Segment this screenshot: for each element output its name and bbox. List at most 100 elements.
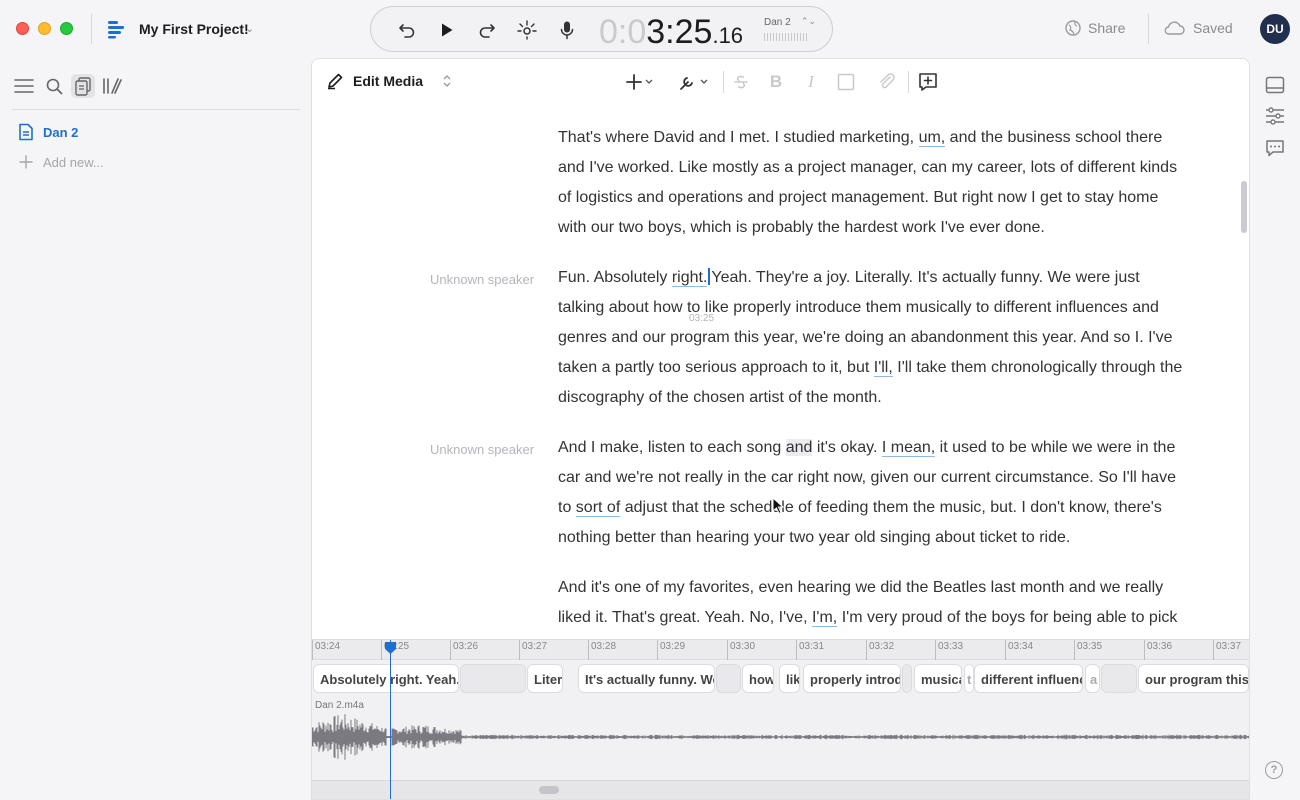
playhead[interactable] (390, 640, 391, 799)
ruler-tick: 03:27 (519, 640, 547, 660)
help-icon[interactable]: ? (1265, 761, 1283, 779)
audio-waveform[interactable] (312, 712, 1249, 778)
chevron-down-icon[interactable]: ⌄ (245, 22, 254, 35)
filler-word[interactable]: sort of (575, 499, 621, 517)
word-chip[interactable]: musica (914, 664, 962, 693)
word-chip[interactable]: lik (779, 664, 800, 693)
gap-chip[interactable] (1101, 664, 1137, 693)
transcript-paragraph[interactable]: And it's one of my favorites, even heari… (558, 573, 1188, 640)
zoom-window-button[interactable] (60, 22, 73, 35)
pencil-icon (328, 73, 343, 90)
share-button[interactable]: Share (1065, 20, 1125, 36)
titlebar-divider (91, 14, 92, 44)
word-chip[interactable]: Absolutely right. Yeah. (313, 664, 459, 693)
transcript[interactable]: That's where David and I met. I studied … (312, 115, 1249, 640)
hamburger-menu-icon[interactable] (12, 74, 36, 98)
add-new-label: Add new... (43, 154, 104, 170)
documents-icon[interactable] (71, 74, 95, 98)
redo-icon[interactable] (476, 19, 498, 41)
word-chip[interactable]: how (742, 664, 774, 693)
microphone-icon[interactable] (556, 19, 578, 41)
minimize-window-button[interactable] (38, 22, 51, 35)
close-window-button[interactable] (16, 22, 29, 35)
gap-chip[interactable] (902, 664, 912, 693)
editor-toolbar: Edit Media B I (312, 59, 1249, 105)
project-title[interactable]: My First Project! (139, 21, 249, 37)
saved-label: Saved (1193, 20, 1233, 36)
play-icon[interactable] (436, 19, 458, 41)
playhead-handle-icon[interactable] (384, 641, 397, 655)
word-chip[interactable]: different influenc (974, 664, 1083, 693)
ruler-tick: 03:35 (1074, 640, 1102, 660)
up-down-chevron-icon (443, 75, 451, 87)
word-chip[interactable]: Liter (527, 664, 563, 693)
word-chip[interactable]: a (1085, 664, 1100, 693)
text-cursor (708, 268, 711, 285)
sliders-icon[interactable] (1264, 105, 1286, 127)
tools-wrench-icon[interactable] (677, 71, 711, 93)
word-track[interactable]: Absolutely right. Yeah. Liter It's actua… (312, 664, 1249, 694)
speaker-label[interactable]: Unknown speaker (430, 272, 534, 287)
plus-icon (19, 155, 33, 169)
filler-word[interactable]: I'm, (811, 609, 838, 627)
gap-chip[interactable] (716, 664, 741, 693)
level-meter (764, 33, 808, 41)
timeline[interactable]: 03:24 03:25 03:26 03:27 03:28 03:29 03:3… (312, 639, 1249, 799)
add-comment-icon[interactable] (917, 71, 939, 93)
strikethrough-icon[interactable] (731, 71, 751, 93)
panel-toggle-icon[interactable] (1264, 74, 1286, 96)
cloud-icon (1164, 21, 1185, 35)
hovered-word[interactable]: and (785, 439, 813, 456)
audio-track[interactable]: Dan 2.m4a (312, 698, 1249, 778)
filler-word[interactable]: I'll, (873, 359, 893, 377)
edit-mode-selector[interactable]: Edit Media (326, 72, 452, 90)
ruler-tick: 03:26 (450, 640, 478, 660)
attachment-link-icon[interactable] (877, 71, 897, 93)
word-chip[interactable]: t (964, 664, 974, 693)
ruler-tick: 03:37 (1213, 640, 1241, 660)
insert-plus-icon[interactable] (624, 71, 656, 93)
transcript-paragraph[interactable]: And I make, listen to each song and it's… (558, 433, 1188, 553)
ruler-tick: 03:31 (796, 640, 824, 660)
italic-icon[interactable]: I (801, 71, 821, 93)
sidebar: Dan 2 Add new... (0, 58, 310, 800)
globe-icon (1065, 20, 1081, 36)
toolbar-divider (908, 71, 909, 93)
gap-chip[interactable] (460, 664, 526, 693)
ruler-tick: 03:33 (935, 640, 963, 660)
search-icon[interactable] (42, 74, 66, 98)
word-chip[interactable]: our program this (1138, 664, 1249, 693)
saved-status[interactable]: Saved (1163, 20, 1233, 36)
library-icon[interactable] (100, 74, 124, 98)
filler-word[interactable]: um, (918, 129, 946, 147)
transport-bar: 0:03:25.16 Dan 2 ⌃⌄ (370, 6, 833, 52)
ruler-tick: 03:36 (1144, 640, 1172, 660)
add-new-button[interactable]: Add new... (18, 154, 104, 170)
sidebar-item-dan-2[interactable]: Dan 2 (18, 123, 78, 141)
up-down-chevron-icon[interactable]: ⌃⌄ (801, 16, 816, 27)
marked-word[interactable]: right. (671, 269, 708, 287)
bold-icon[interactable]: B (766, 71, 786, 93)
studio-sound-icon[interactable] (516, 19, 538, 41)
timeline-scrollbar[interactable] (312, 780, 1249, 799)
ruler-tick: 03:34 (1005, 640, 1033, 660)
time-ruler[interactable]: 03:24 03:25 03:26 03:27 03:28 03:29 03:3… (312, 640, 1249, 660)
word-chip[interactable]: properly introd (803, 664, 901, 693)
editor-panel: Edit Media B I That's where David and I … (311, 58, 1250, 800)
speaker-label[interactable]: Unknown speaker (430, 442, 534, 457)
header-divider (1148, 14, 1149, 44)
user-avatar[interactable]: DU (1260, 14, 1290, 44)
highlight-box-icon[interactable] (836, 71, 856, 93)
transcript-paragraph[interactable]: Fun. Absolutely right. Yeah. They're a jo… (558, 263, 1188, 413)
comments-icon[interactable] (1264, 137, 1286, 159)
transcript-paragraph[interactable]: That's where David and I met. I studied … (558, 123, 1188, 243)
filler-word[interactable]: I mean, (881, 439, 936, 457)
undo-icon[interactable] (396, 19, 418, 41)
mouse-pointer-icon (772, 497, 784, 515)
toolbar-divider (723, 71, 724, 93)
transcript-scrollbar[interactable] (1241, 181, 1247, 233)
timeline-scroll-thumb[interactable] (539, 786, 559, 794)
track-selector-label[interactable]: Dan 2 (764, 17, 791, 28)
ruler-tick: 03:24 (312, 640, 340, 660)
word-chip[interactable]: It's actually funny. We (578, 664, 715, 693)
